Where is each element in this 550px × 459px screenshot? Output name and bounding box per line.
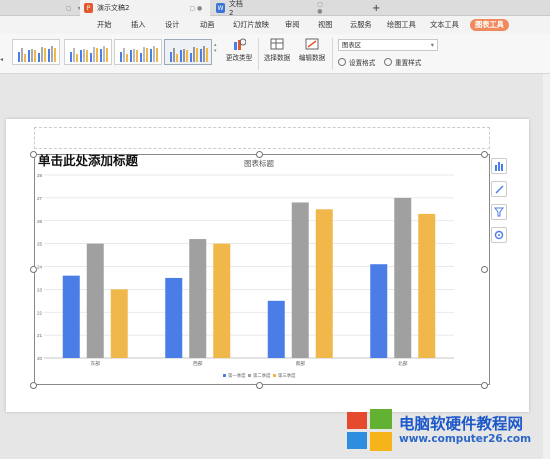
x-tick-label: 北部 xyxy=(398,360,408,367)
menu-bar: 开始 插入 设计 动画 幻灯片放映 审阅 视图 云服务 绘图工具 文本工具 图表… xyxy=(0,16,550,34)
windows-logo xyxy=(347,409,392,451)
vertical-scrollbar[interactable] xyxy=(543,74,550,459)
legend-label: 第二季度 xyxy=(253,372,271,379)
x-tick-label: 南部 xyxy=(295,360,305,367)
bar xyxy=(315,209,333,358)
legend-label: 第一季度 xyxy=(228,372,246,379)
chart-style-thumb-2[interactable] xyxy=(64,39,112,65)
legend-label: 第三季度 xyxy=(278,372,296,379)
format-icon xyxy=(338,58,346,66)
reset-style-button[interactable]: 重置样式 xyxy=(384,57,421,67)
chart-style-thumb-1[interactable] xyxy=(12,39,60,65)
menu-review[interactable]: 审阅 xyxy=(280,19,304,31)
bar xyxy=(110,289,128,358)
menu-cloud[interactable]: 云服务 xyxy=(345,19,377,31)
reset-style-label: 重置样式 xyxy=(395,59,422,67)
tab-bar: ▢▾ P 演示文稿2 ▢ ● W 文档2 ▢ ● + xyxy=(0,0,550,17)
menu-insert[interactable]: 插入 xyxy=(126,19,150,31)
document-icon: W xyxy=(216,3,225,13)
tab-document[interactable]: W 文档2 ▢ ● xyxy=(210,0,330,17)
chart-filter-tool[interactable] xyxy=(491,204,507,220)
bar xyxy=(418,213,436,358)
y-tick-label: 28 xyxy=(37,173,43,178)
bar xyxy=(165,277,183,358)
bar xyxy=(370,264,388,358)
chart-element-select[interactable]: 图表区 ▾ xyxy=(338,39,438,51)
reset-icon xyxy=(384,58,392,66)
set-format-label: 设置格式 xyxy=(349,59,376,67)
chart-style-tool[interactable] xyxy=(491,181,507,197)
select-data-button[interactable]: 选择数据 xyxy=(262,38,292,62)
change-type-label: 更改类型 xyxy=(225,54,253,62)
edit-data-button[interactable]: 编辑数据 xyxy=(296,38,328,62)
bar xyxy=(86,243,104,358)
watermark-url: www.computer26.com xyxy=(399,433,532,445)
y-tick-label: 24 xyxy=(37,265,43,270)
ribbon: ◂ ▴ ▾ 更改类型 选择数据 编辑数据 图表区 ▾ 设置格式 重置样式 xyxy=(0,34,550,74)
chevron-down-icon: ▾ xyxy=(430,41,434,49)
bar xyxy=(213,243,231,358)
bar-chart[interactable]: 图表标题 20 21 22 23 24 25 26 27 28 东部 西部 南部 北部第一季度 第二季度 第三… xyxy=(34,130,483,385)
brush-icon xyxy=(495,185,504,194)
menu-home[interactable]: 开始 xyxy=(92,19,116,31)
menu-animation[interactable]: 动画 xyxy=(195,19,219,31)
presentation-icon: P xyxy=(84,3,93,13)
gear-icon xyxy=(494,230,504,240)
set-format-button[interactable]: 设置格式 xyxy=(338,57,375,67)
select-data-label: 选择数据 xyxy=(263,54,291,62)
new-tab-button[interactable]: + xyxy=(372,0,380,16)
menu-chart-tools[interactable]: 图表工具 xyxy=(470,19,509,31)
legend-swatch xyxy=(248,374,251,377)
select-data-icon xyxy=(270,38,284,50)
menu-slideshow[interactable]: 幻灯片放映 xyxy=(228,19,274,31)
change-type-button[interactable]: 更改类型 xyxy=(223,38,255,62)
gallery-more-icon[interactable]: ▴ ▾ xyxy=(214,42,217,54)
x-tick-label: 西部 xyxy=(193,360,203,367)
bar xyxy=(189,239,207,358)
y-tick-label: 21 xyxy=(37,333,43,338)
bar xyxy=(394,197,412,358)
y-tick-label: 26 xyxy=(37,219,43,224)
edit-data-icon xyxy=(305,38,319,50)
y-tick-label: 20 xyxy=(37,356,43,361)
menu-view[interactable]: 视图 xyxy=(313,19,337,31)
legend-swatch xyxy=(223,374,226,377)
ribbon-scroll-left-icon[interactable]: ◂ xyxy=(0,56,3,63)
menu-drawing-tools[interactable]: 绘图工具 xyxy=(382,19,421,31)
tab-document-label: 文档2 xyxy=(228,0,243,17)
change-type-icon xyxy=(234,38,246,50)
y-tick-label: 22 xyxy=(37,310,43,315)
chart-style-thumb-3[interactable] xyxy=(114,39,162,65)
chart-style-thumb-4[interactable] xyxy=(164,39,212,65)
chart-elements-tool[interactable] xyxy=(491,158,507,174)
chart-element-select-value: 图表区 xyxy=(342,41,362,49)
tab-presentation-label: 演示文稿2 xyxy=(97,4,130,12)
watermark-title: 电脑软硬件教程网 xyxy=(399,415,524,433)
tab-presentation[interactable]: P 演示文稿2 ▢ ● xyxy=(80,0,210,16)
bar xyxy=(267,300,285,358)
y-tick-label: 23 xyxy=(37,287,43,292)
x-tick-label: 东部 xyxy=(90,360,100,367)
menu-design[interactable]: 设计 xyxy=(160,19,184,31)
bar xyxy=(291,202,309,358)
tab-bar-controls: ▢▾ xyxy=(66,4,81,12)
y-tick-label: 27 xyxy=(37,196,43,201)
filter-icon xyxy=(494,207,504,217)
chart-title: 图表标题 xyxy=(244,158,274,168)
y-tick-label: 25 xyxy=(37,242,43,247)
menu-text-tools[interactable]: 文本工具 xyxy=(425,19,464,31)
edit-data-label: 编辑数据 xyxy=(298,54,326,62)
legend-swatch xyxy=(273,374,276,377)
bar xyxy=(62,275,80,358)
chart-elements-icon xyxy=(495,162,503,171)
tab-close-icon[interactable]: ▢ ● xyxy=(317,1,330,15)
chart-settings-tool[interactable] xyxy=(491,227,507,243)
tab-close-icon[interactable]: ▢ ● xyxy=(189,5,202,12)
